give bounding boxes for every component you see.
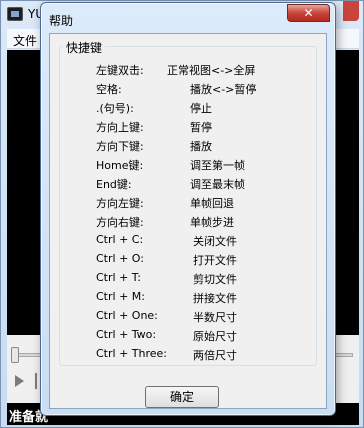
dialog-client: 快捷键 左键双击: 正常视图<->全屏 空格: 播放<->暂停 .(句号): 停…: [49, 33, 327, 409]
shortcut-row: 空格: 播放<->暂停: [50, 81, 328, 99]
app-icon: [7, 7, 23, 21]
shortcut-key: Ctrl + C:: [96, 233, 144, 246]
shortcut-action: 调至最末帧: [190, 178, 245, 191]
shortcut-key: End键:: [96, 178, 132, 191]
shortcut-key: Ctrl + Two:: [96, 328, 157, 341]
player-close-button[interactable]: [343, 1, 359, 21]
ok-button[interactable]: 确定: [145, 386, 219, 408]
shortcut-action: 正常视图<->全屏: [167, 64, 256, 77]
shortcut-key: Ctrl + Three:: [96, 347, 167, 360]
shortcut-action: 暂停: [190, 121, 212, 134]
shortcut-action: 两倍尺寸: [193, 349, 237, 362]
shortcut-row: Ctrl + M: 拼接文件: [50, 290, 328, 308]
shortcut-row: Ctrl + One: 半数尺寸: [50, 309, 328, 327]
shortcut-action: 播放<->暂停: [190, 83, 257, 96]
shortcut-key: Ctrl + M:: [96, 290, 145, 303]
shortcut-key: Ctrl + T:: [96, 271, 141, 284]
stop-icon[interactable]: [35, 373, 37, 389]
shortcut-row: Home键: 调至第一帧: [50, 157, 328, 175]
shortcut-row: Ctrl + Two: 原始尺寸: [50, 328, 328, 346]
shortcut-action: 半数尺寸: [193, 311, 237, 324]
help-dialog: 帮助 ✕ 快捷键 左键双击: 正常视图<->全屏 空格: 播放<->暂停 .(句…: [40, 2, 336, 416]
shortcut-row: 方向左键: 单帧回退: [50, 195, 328, 213]
shortcut-action: 停止: [190, 102, 212, 115]
shortcut-action: 打开文件: [193, 254, 237, 267]
shortcut-action: 单帧步进: [190, 216, 234, 229]
shortcut-key: 方向下键:: [96, 140, 144, 153]
shortcut-row: Ctrl + Three: 两倍尺寸: [50, 347, 328, 365]
shortcut-row: 方向下键: 播放: [50, 138, 328, 156]
shortcut-row: 方向右键: 单帧步进: [50, 214, 328, 232]
play-icon[interactable]: [15, 375, 24, 387]
shortcut-key: 方向左键:: [96, 197, 144, 210]
shortcut-row: Ctrl + O: 打开文件: [50, 252, 328, 270]
shortcut-row: Ctrl + T: 剪切文件: [50, 271, 328, 289]
shortcut-row: .(句号): 停止: [50, 100, 328, 118]
shortcut-action: 调至第一帧: [190, 159, 245, 172]
shortcut-action: 单帧回退: [190, 197, 234, 210]
shortcut-key: 左键双击:: [96, 64, 144, 77]
shortcut-key: 方向上键:: [96, 121, 144, 134]
shortcut-row: 左键双击: 正常视图<->全屏: [50, 62, 328, 80]
shortcut-key: Ctrl + One:: [96, 309, 158, 322]
shortcut-key: Home键:: [96, 159, 144, 172]
shortcut-row: Ctrl + C: 关闭文件: [50, 233, 328, 251]
shortcut-action: 关闭文件: [193, 235, 237, 248]
menu-file[interactable]: 文件: [13, 32, 37, 49]
shortcut-action: 剪切文件: [193, 273, 237, 286]
seek-thumb[interactable]: [11, 347, 19, 363]
shortcut-row: 方向上键: 暂停: [50, 119, 328, 137]
shortcut-action: 原始尺寸: [193, 330, 237, 343]
shortcut-key: Ctrl + O:: [96, 252, 144, 265]
shortcut-action: 播放: [190, 140, 212, 153]
dialog-close-button[interactable]: ✕: [287, 4, 330, 22]
shortcut-action: 拼接文件: [193, 292, 237, 305]
shortcut-key: 空格:: [96, 83, 122, 96]
dialog-title: 帮助: [49, 14, 74, 28]
shortcuts-group-title: 快捷键: [63, 39, 106, 56]
shortcut-key: 方向右键:: [96, 216, 144, 229]
shortcut-key: .(句号):: [96, 102, 134, 115]
shortcut-row: End键: 调至最末帧: [50, 176, 328, 194]
